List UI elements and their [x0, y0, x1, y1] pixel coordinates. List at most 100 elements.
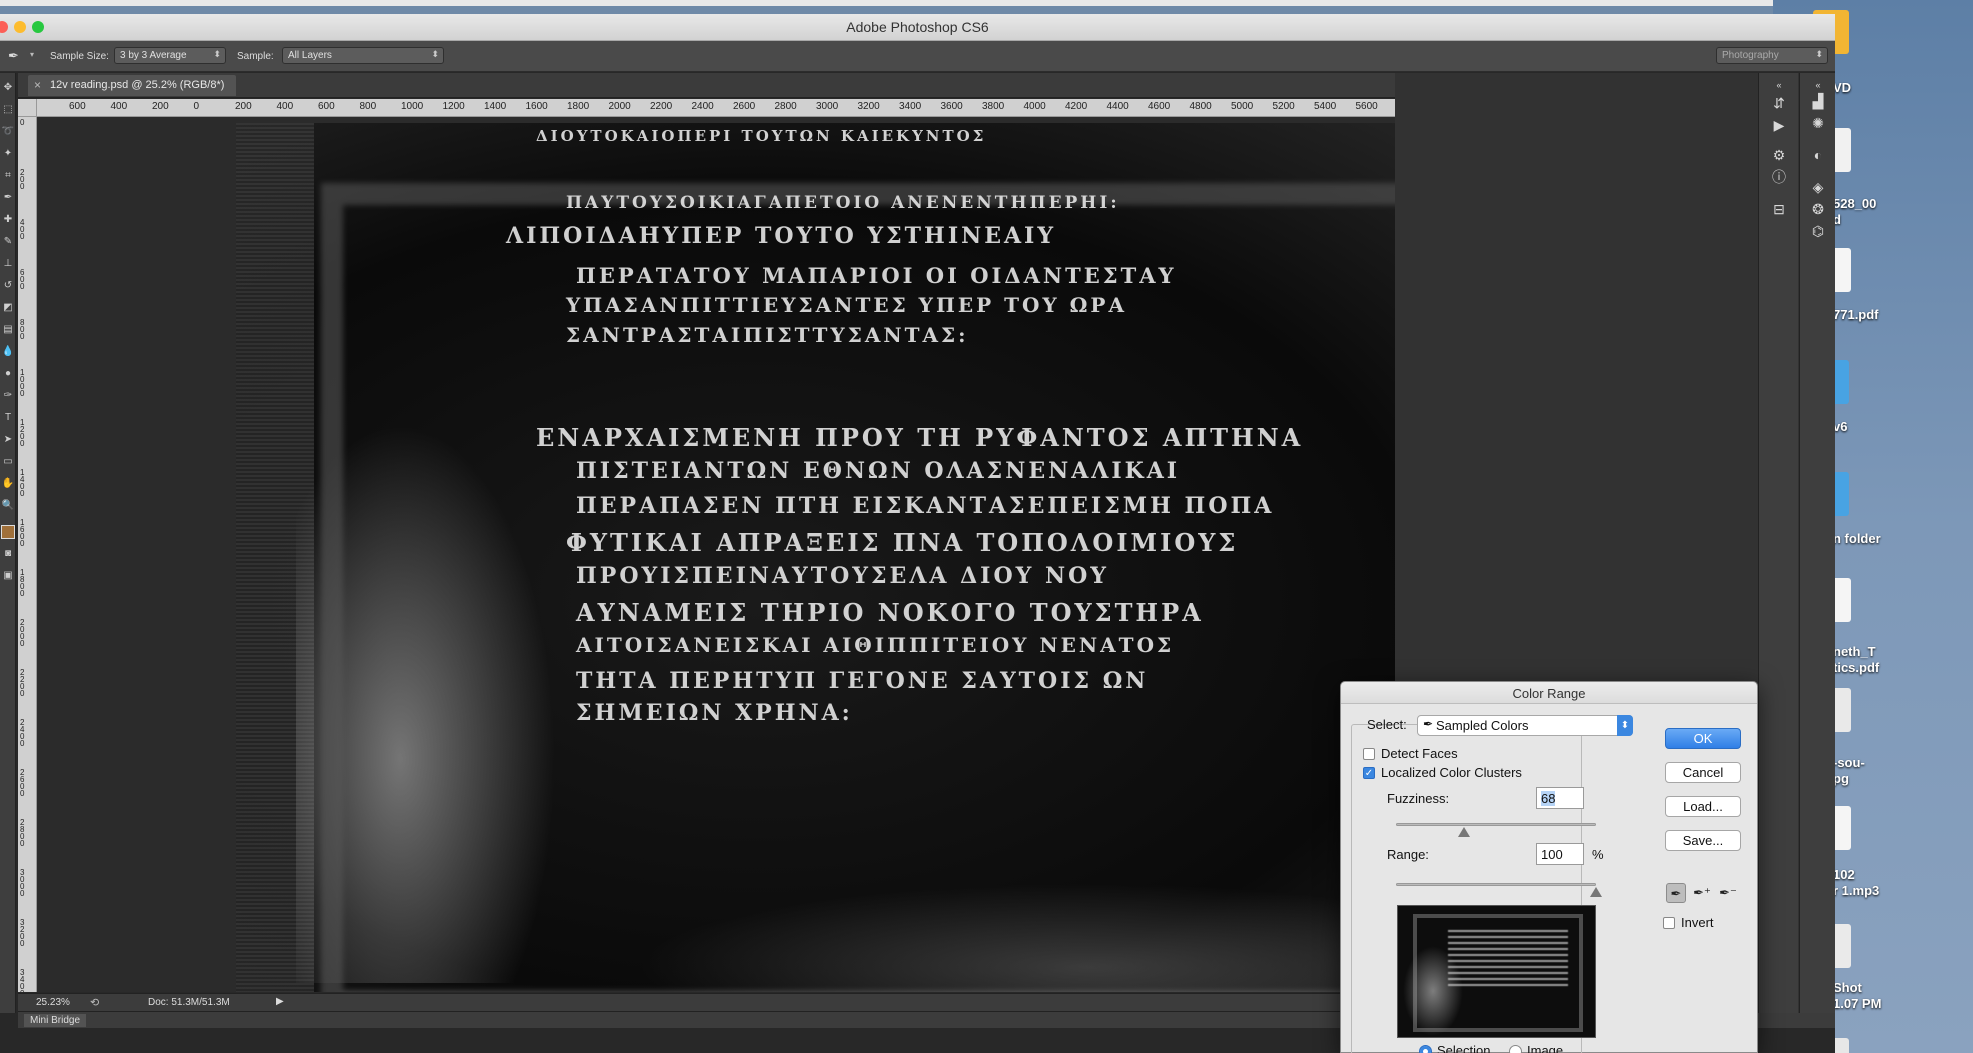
- doc-size-info: Doc: 51.3M/51.3M: [148, 997, 230, 1008]
- marquee-tool-icon[interactable]: ⬚: [1, 103, 15, 117]
- shape-tool-icon[interactable]: ▭: [1, 455, 15, 469]
- desktop-label[interactable]: Shot: [1833, 980, 1862, 995]
- eyedropper-tool-icon[interactable]: ✒: [1, 191, 15, 205]
- range-slider-track[interactable]: [1396, 883, 1596, 886]
- ok-button[interactable]: OK: [1665, 728, 1741, 749]
- desktop-label[interactable]: v6: [1833, 419, 1847, 434]
- status-info-icon[interactable]: ⟲: [90, 996, 99, 1009]
- clone-stamp-icon[interactable]: ⊥: [1, 257, 15, 271]
- channels-panel-icon[interactable]: ❂: [1808, 199, 1828, 219]
- ruler-origin[interactable]: [18, 99, 37, 117]
- actions-panel-icon[interactable]: ▶: [1769, 115, 1789, 135]
- select-dropdown[interactable]: ✒ Sampled Colors ⬍: [1417, 715, 1633, 736]
- desktop-label[interactable]: 1.07 PM: [1833, 996, 1881, 1011]
- info-panel-icon[interactable]: ⓘ: [1769, 167, 1789, 187]
- fuzziness-input[interactable]: 68: [1536, 787, 1584, 809]
- desktop-label[interactable]: 771.pdf: [1833, 307, 1879, 322]
- desktop-label[interactable]: n folder: [1833, 531, 1881, 546]
- lasso-tool-icon[interactable]: ➰: [1, 125, 15, 139]
- eraser-tool-icon[interactable]: ◩: [1, 301, 15, 315]
- sample-dropdown[interactable]: All Layers: [282, 47, 444, 64]
- eyedropper-icon[interactable]: ✒: [1666, 883, 1686, 903]
- ruler-tick-label: 3 0 0 0: [20, 868, 25, 898]
- sample-size-label: Sample Size:: [50, 51, 109, 62]
- adjustments-panel-icon[interactable]: ◐: [1808, 145, 1828, 165]
- collapse-panels-icon[interactable]: «: [1769, 75, 1789, 95]
- desktop-label[interactable]: tics.pdf: [1833, 660, 1879, 675]
- horizontal-ruler[interactable]: 600 400 200 0 200 400 600 800 1000 1200 1400 1600 18…: [37, 99, 1395, 117]
- history-brush-icon[interactable]: ↺: [1, 279, 15, 293]
- manuscript-line: ΠΡΟΥΙΣΠΕΙΝΑΥΤΟΥΣΕΛΑ ΔΙΟΥ ΝΟΥ: [576, 563, 1109, 589]
- ruler-tick-label: 1800: [567, 101, 590, 112]
- history-panel-icon[interactable]: ⇵: [1769, 93, 1789, 113]
- type-tool-icon[interactable]: T: [1, 411, 15, 425]
- document-tab-bar: × 12v reading.psd @ 25.2% (RGB/8*): [18, 73, 1395, 98]
- ruler-tick-label: 1200: [442, 101, 465, 112]
- mini-bridge-tab[interactable]: Mini Bridge: [24, 1014, 87, 1027]
- desktop-label[interactable]: -sou-: [1833, 755, 1865, 770]
- pen-tool-icon[interactable]: ✑: [1, 389, 15, 403]
- document-tab[interactable]: × 12v reading.psd @ 25.2% (RGB/8*): [28, 75, 237, 96]
- desktop-label[interactable]: r 1.mp3: [1833, 883, 1879, 898]
- dialog-title[interactable]: Color Range: [1341, 682, 1757, 704]
- detect-faces-checkbox[interactable]: [1363, 748, 1375, 760]
- status-menu-arrow-icon[interactable]: ▶: [276, 996, 284, 1007]
- window-title: Adobe Photoshop CS6: [846, 19, 989, 35]
- path-selection-icon[interactable]: ➤: [1, 433, 15, 447]
- tool-presets-icon[interactable]: ⚙: [1769, 145, 1789, 165]
- subtract-eyedropper-icon[interactable]: ✒⁻: [1718, 883, 1738, 903]
- ruler-tick-label: 5200: [1272, 101, 1295, 112]
- sample-size-dropdown[interactable]: 3 by 3 Average: [114, 47, 226, 64]
- manuscript-image[interactable]: ΔΙΟΥΤΟΚΑΙΟΠΕΡΙ ΤΟΥΤΩΝ ΚΑΙΕΚΥΝΤΟΣ ΠΑΥΤΟΥΣΟ…: [236, 123, 1395, 992]
- title-bar[interactable]: Adobe Photoshop CS6: [0, 14, 1835, 41]
- range-input[interactable]: 100: [1536, 843, 1584, 865]
- desktop-label[interactable]: pg: [1833, 771, 1849, 786]
- healing-brush-icon[interactable]: ✚: [1, 213, 15, 227]
- desktop-label[interactable]: VD: [1833, 80, 1851, 95]
- add-eyedropper-icon[interactable]: ✒⁺: [1692, 883, 1712, 903]
- magic-wand-icon[interactable]: ✦: [1, 147, 15, 161]
- manuscript-line: ΕΝΑΡΧΑΙΣΜΕΝΗ ΠΡΟΥ ΤΗ ΡΥΦΑΝΤΟΣ ΑΠΤΗΝΑ: [536, 423, 1304, 452]
- save-button[interactable]: Save...: [1665, 830, 1741, 851]
- layers-panel-icon[interactable]: ◈: [1808, 177, 1828, 197]
- screen-mode-icon[interactable]: ▣: [1, 569, 15, 583]
- crop-tool-icon[interactable]: ⌗: [1, 169, 15, 183]
- zoom-level[interactable]: 25.23%: [36, 997, 70, 1008]
- paths-panel-icon[interactable]: ⌬: [1808, 221, 1828, 241]
- histogram-panel-icon[interactable]: ▟: [1808, 91, 1828, 111]
- desktop-label[interactable]: neth_T: [1833, 644, 1876, 659]
- vertical-ruler[interactable]: 0 2 0 0 4 0 0 6 0 0 8 0 0 1 0 0 0 1 2 0 0 1 4 0…: [18, 117, 37, 992]
- blur-tool-icon[interactable]: 💧: [1, 345, 15, 359]
- brush-tool-icon[interactable]: ✎: [1, 235, 15, 249]
- zoom-tool-icon[interactable]: 🔍: [1, 499, 15, 513]
- eyedropper-icon: ✒: [1423, 717, 1434, 731]
- manuscript-line: ΥΠΑΣΑΝΠΙΤΤΙΕΥΣΑΝΤΕΣ ΥΠΕΡ ΤΟΥ ΩΡΑ: [566, 293, 1127, 317]
- move-tool-icon[interactable]: ✥: [1, 81, 15, 95]
- image-radio[interactable]: [1509, 1045, 1522, 1053]
- localized-clusters-checkbox[interactable]: ✓: [1363, 767, 1375, 779]
- foreground-color-swatch[interactable]: [1, 525, 15, 539]
- layer-comps-icon[interactable]: ⊟: [1769, 199, 1789, 219]
- desktop-label[interactable]: 102: [1833, 867, 1855, 882]
- eyedropper-tool-preset-icon[interactable]: ✒: [8, 48, 19, 64]
- cancel-button[interactable]: Cancel: [1665, 762, 1741, 783]
- range-slider-handle[interactable]: [1590, 887, 1602, 897]
- quick-mask-icon[interactable]: ◙: [1, 547, 15, 561]
- dodge-tool-icon[interactable]: ●: [1, 367, 15, 381]
- chevron-down-icon[interactable]: ▾: [30, 50, 34, 59]
- gradient-tool-icon[interactable]: ▤: [1, 323, 15, 337]
- selection-radio[interactable]: [1419, 1045, 1432, 1053]
- detect-faces-label: Detect Faces: [1381, 746, 1458, 761]
- navigator-panel-icon[interactable]: ✺: [1808, 113, 1828, 133]
- desktop-label[interactable]: 528_00: [1833, 196, 1876, 211]
- fuzziness-slider-track[interactable]: [1396, 823, 1596, 826]
- fuzziness-slider-handle[interactable]: [1458, 827, 1470, 837]
- screen: VD 528_00 d 771.pdf v6 n folder neth_T t…: [0, 0, 1973, 1053]
- close-tab-icon[interactable]: ×: [34, 78, 41, 92]
- workspace-dropdown[interactable]: Photography: [1716, 47, 1828, 64]
- invert-checkbox[interactable]: [1663, 917, 1675, 929]
- canvas-area[interactable]: ΔΙΟΥΤΟΚΑΙΟΠΕΡΙ ΤΟΥΤΩΝ ΚΑΙΕΚΥΝΤΟΣ ΠΑΥΤΟΥΣΟ…: [37, 117, 1395, 992]
- load-button[interactable]: Load...: [1665, 796, 1741, 817]
- panel-icon-strip: « ⇵ ▶ ⚙ ⓘ ⊟: [1758, 73, 1798, 1013]
- hand-tool-icon[interactable]: ✋: [1, 477, 15, 491]
